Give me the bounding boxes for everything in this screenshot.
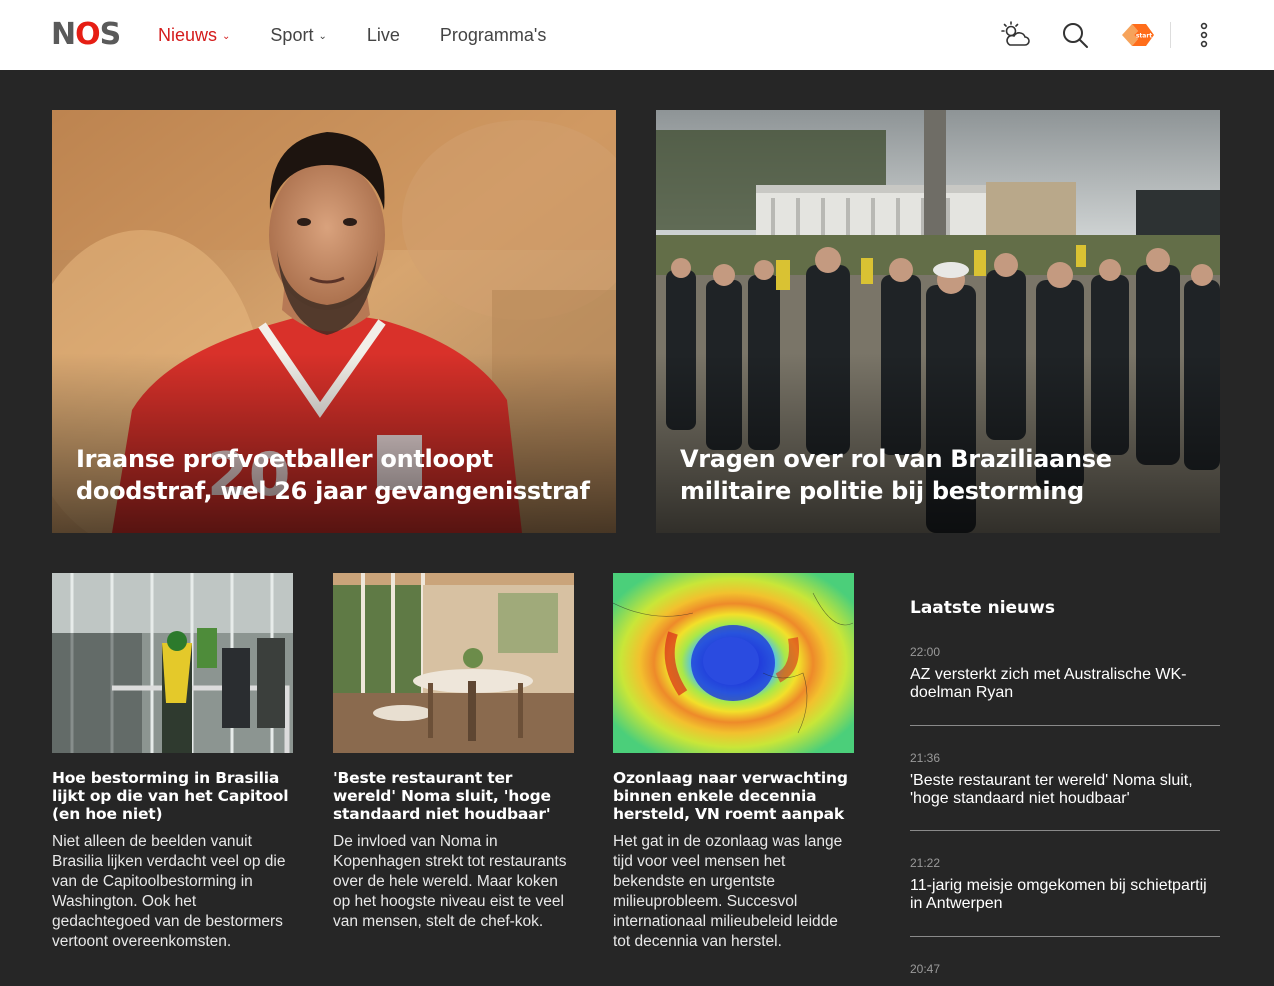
card-title: 'Beste restaurant ter wereld' Noma sluit…: [333, 769, 551, 823]
card-text: Het gat in de ozonlaag was lange tijd vo…: [613, 833, 843, 950]
latest-news-title: Laatste nieuws: [910, 598, 1055, 618]
nav-item-label: Nieuws: [158, 24, 218, 45]
latest-news-text: 11-jarig meisje omgekomen bij schietpart…: [910, 877, 1207, 912]
latest-news-time: 20:47: [910, 962, 941, 976]
card-title: Ozonlaag naar verwachting binnen enkele …: [613, 769, 848, 823]
card-title: Hoe bestorming in Brasilia lijkt op die …: [52, 769, 289, 823]
hero-article-footballer[interactable]: 20 Iraanse profvoetballer ontloopt doods…: [52, 110, 616, 533]
chevron-down-icon: ⌄: [318, 30, 327, 42]
latest-news-item[interactable]: 22:00 AZ versterkt zich met Australische…: [910, 645, 1220, 702]
latest-news-text: 'Beste restaurant ter wereld' Noma sluit…: [910, 772, 1193, 807]
header-divider: [1170, 22, 1171, 48]
latest-news-time: 21:22: [910, 856, 941, 870]
latest-news-item[interactable]: 21:22 11-jarig meisje omgekomen bij schi…: [910, 856, 1220, 913]
svg-text:start: start: [1136, 33, 1152, 40]
nav-item-live[interactable]: Live: [367, 25, 400, 46]
divider: [910, 725, 1220, 726]
nos-logo[interactable]: NOS: [51, 18, 121, 52]
latest-news-text: AZ versterkt zich met Australische WK-do…: [910, 666, 1187, 701]
main-nav: Nieuws ⌄ Sport ⌄ Live Programma's: [158, 0, 586, 70]
hero-title: Iraanse profvoetballer ontloopt doodstra…: [76, 445, 590, 505]
article-card-ozone[interactable]: Ozonlaag naar verwachting binnen enkele …: [613, 573, 854, 952]
latest-news-item[interactable]: 21:36 'Beste restaurant ter wereld' Noma…: [910, 751, 1220, 808]
search-icon[interactable]: [1060, 20, 1090, 50]
card-image-brasilia: [52, 573, 293, 753]
card-text: De invloed van Noma in Kopenhagen strekt…: [333, 833, 567, 930]
nav-item-label: Programma's: [439, 24, 547, 45]
site-header: NOS Nieuws ⌄ Sport ⌄ Live Programma's st…: [0, 0, 1274, 70]
latest-news-time: 21:36: [910, 751, 941, 765]
nav-item-programmas[interactable]: Programma's: [440, 25, 546, 46]
nav-item-label: Live: [366, 24, 400, 45]
chevron-down-icon: ⌄: [222, 30, 231, 42]
article-card-noma[interactable]: 'Beste restaurant ter wereld' Noma sluit…: [333, 573, 574, 932]
latest-news-item[interactable]: 20:47: [910, 962, 1220, 983]
card-image-ozone-map: [613, 573, 854, 753]
nav-item-label: Sport: [270, 24, 314, 45]
more-vertical-icon[interactable]: [1190, 20, 1218, 50]
divider: [910, 936, 1220, 937]
npo-start-icon[interactable]: start: [1120, 21, 1154, 51]
latest-news-time: 22:00: [910, 645, 941, 659]
nav-item-nieuws[interactable]: Nieuws ⌄: [158, 25, 230, 46]
divider: [910, 830, 1220, 831]
latest-news: Laatste nieuws 22:00 AZ versterkt zich m…: [910, 597, 1220, 976]
weather-icon[interactable]: [999, 20, 1030, 50]
card-text: Niet alleen de beelden vanuit Brasilia l…: [52, 833, 286, 950]
nav-item-sport[interactable]: Sport ⌄: [270, 25, 326, 46]
card-image-restaurant: [333, 573, 574, 753]
article-card-brasilia[interactable]: Hoe bestorming in Brasilia lijkt op die …: [52, 573, 293, 952]
hero-article-brazil-police[interactable]: Vragen over rol van Braziliaanse militai…: [656, 110, 1220, 533]
hero-title: Vragen over rol van Braziliaanse militai…: [680, 445, 1112, 505]
